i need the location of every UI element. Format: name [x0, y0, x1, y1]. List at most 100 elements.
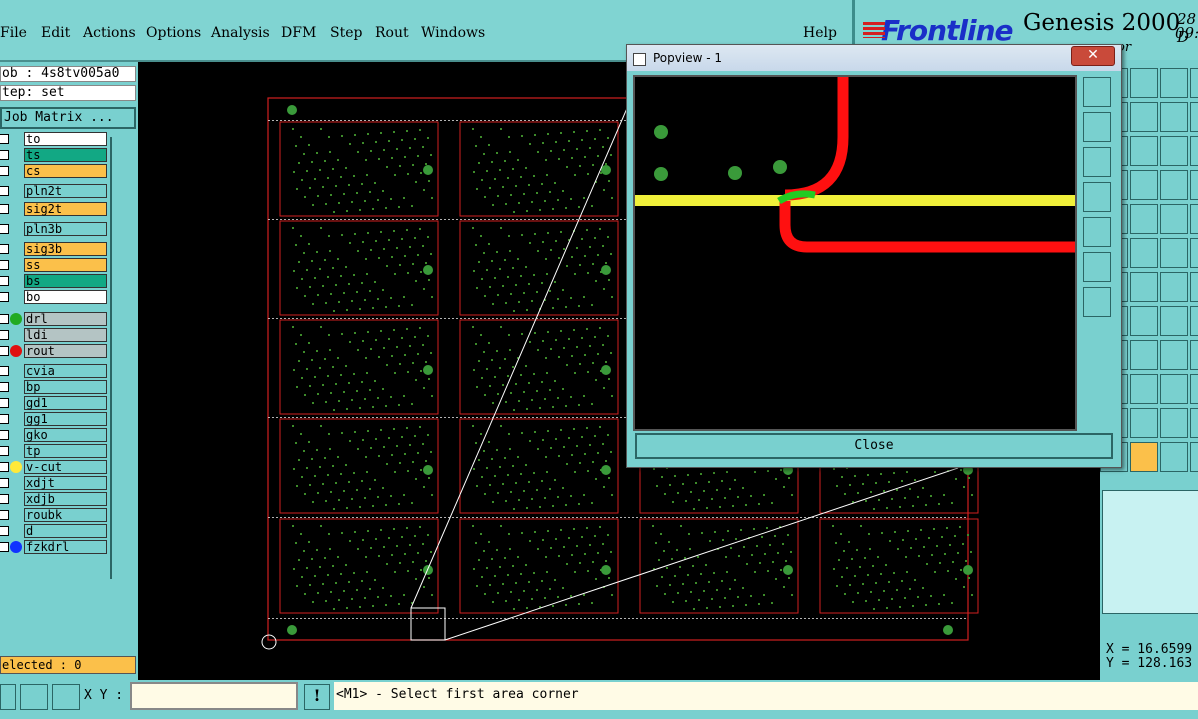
zoom-home-button[interactable] [1083, 77, 1111, 107]
layer-name[interactable]: bs [24, 274, 107, 288]
tool-button[interactable] [1190, 170, 1198, 200]
layer-name[interactable]: gg1 [24, 412, 107, 426]
layer-row-bo[interactable]: bo [0, 290, 108, 304]
zoom-left-button[interactable] [1083, 182, 1111, 212]
tool-button[interactable] [1160, 102, 1188, 132]
tool-button[interactable] [1160, 170, 1188, 200]
menu-help[interactable]: Help [803, 25, 837, 41]
layer-row-gg1[interactable]: gg1 [0, 412, 108, 426]
zoom-fit-button[interactable] [1083, 252, 1111, 282]
layer-row-ts[interactable]: ts [0, 148, 108, 162]
layer-checkbox[interactable] [0, 166, 9, 176]
menu-analysis[interactable]: Analysis [211, 25, 270, 41]
menu-rout[interactable]: Rout [375, 25, 409, 41]
popview-titlebar[interactable]: Popview - 1 ✕ [627, 45, 1121, 71]
layer-row-rout[interactable]: rout [0, 344, 108, 358]
layer-checkbox[interactable] [0, 244, 9, 254]
layer-name[interactable]: sig3b [24, 242, 107, 256]
tool-button[interactable] [1130, 204, 1158, 234]
layer-row-d[interactable]: d [0, 524, 108, 538]
layer-name[interactable]: cvia [24, 364, 107, 378]
layer-checkbox[interactable] [0, 446, 9, 456]
layer-checkbox[interactable] [0, 366, 9, 376]
tool-button[interactable] [1190, 102, 1198, 132]
layer-checkbox[interactable] [0, 414, 9, 424]
layer-name[interactable]: pln3b [24, 222, 107, 236]
close-icon[interactable]: ✕ [1071, 46, 1115, 66]
layer-checkbox[interactable] [0, 134, 9, 144]
tool-button[interactable] [1160, 238, 1188, 268]
layer-name[interactable]: xdjb [24, 492, 107, 506]
layer-row-tp[interactable]: tp [0, 444, 108, 458]
tool-button[interactable] [1190, 68, 1198, 98]
tool-button[interactable] [1190, 272, 1198, 302]
layer-name[interactable]: to [24, 132, 107, 146]
tool-button[interactable] [1160, 136, 1188, 166]
tool-button[interactable] [1160, 442, 1188, 472]
layer-name[interactable]: ldi [24, 328, 107, 342]
tool-button[interactable] [1130, 340, 1158, 370]
layer-checkbox[interactable] [0, 150, 9, 160]
tool-button[interactable] [1160, 204, 1188, 234]
layer-checkbox[interactable] [0, 382, 9, 392]
layer-checkbox[interactable] [0, 186, 9, 196]
layer-checkbox[interactable] [0, 478, 9, 488]
layer-checkbox[interactable] [0, 462, 9, 472]
layer-checkbox[interactable] [0, 526, 9, 536]
layer-name[interactable]: ts [24, 148, 107, 162]
zoom-pan-button[interactable] [1083, 287, 1111, 317]
layer-row-cs[interactable]: cs [0, 164, 108, 178]
layer-row-bp[interactable]: bp [0, 380, 108, 394]
snap-icon[interactable] [0, 684, 16, 710]
menu-actions[interactable]: Actions [83, 25, 136, 41]
layer-name[interactable]: tp [24, 444, 107, 458]
measure-icon[interactable] [20, 684, 48, 710]
layer-checkbox[interactable] [0, 510, 9, 520]
menu-edit[interactable]: Edit [41, 25, 70, 41]
layer-name[interactable]: pln2t [24, 184, 107, 198]
tool-button[interactable] [1130, 442, 1158, 472]
layer-name[interactable]: bp [24, 380, 107, 394]
layer-row-drl[interactable]: drl [0, 312, 108, 326]
layer-checkbox[interactable] [0, 398, 9, 408]
layer-name[interactable]: drl [24, 312, 107, 326]
tool-button[interactable] [1190, 204, 1198, 234]
tool-button[interactable] [1190, 442, 1198, 472]
menu-windows[interactable]: Windows [421, 25, 485, 41]
layer-checkbox[interactable] [0, 224, 9, 234]
layer-row-sig2t[interactable]: sig2t [0, 202, 108, 216]
layer-checkbox[interactable] [0, 494, 9, 504]
menu-options[interactable]: Options [146, 25, 201, 41]
tool-button[interactable] [1160, 374, 1188, 404]
layer-name[interactable]: rout [24, 344, 107, 358]
tool-button[interactable] [1190, 408, 1198, 438]
layer-name[interactable]: roubk [24, 508, 107, 522]
layer-row-to[interactable]: to [0, 132, 108, 146]
layer-checkbox[interactable] [0, 276, 9, 286]
layer-checkbox[interactable] [0, 542, 9, 552]
tool-button[interactable] [1160, 306, 1188, 336]
layer-row-fzkdrl[interactable]: fzkdrl [0, 540, 108, 554]
xy-input[interactable] [130, 682, 298, 710]
tool-button[interactable] [1130, 68, 1158, 98]
layer-checkbox[interactable] [0, 346, 9, 356]
tool-button[interactable] [1160, 340, 1188, 370]
zoom-up-button[interactable] [1083, 112, 1111, 142]
tool-button[interactable] [1130, 170, 1158, 200]
layer-checkbox[interactable] [0, 292, 9, 302]
tool-button[interactable] [1130, 272, 1158, 302]
menu-dfm[interactable]: DFM [281, 25, 316, 41]
layer-row-ldi[interactable]: ldi [0, 328, 108, 342]
tool-button[interactable] [1130, 374, 1158, 404]
menu-file[interactable]: File [0, 25, 27, 41]
tool-button[interactable] [1160, 408, 1188, 438]
tool-button[interactable] [1130, 136, 1158, 166]
layer-row-roubk[interactable]: roubk [0, 508, 108, 522]
layer-name[interactable]: v-cut [24, 460, 107, 474]
menu-step[interactable]: Step [330, 25, 362, 41]
layer-checkbox[interactable] [0, 260, 9, 270]
tool-button[interactable] [1190, 238, 1198, 268]
layer-checkbox[interactable] [0, 430, 9, 440]
layer-name[interactable]: ss [24, 258, 107, 272]
layer-row-sig3b[interactable]: sig3b [0, 242, 108, 256]
